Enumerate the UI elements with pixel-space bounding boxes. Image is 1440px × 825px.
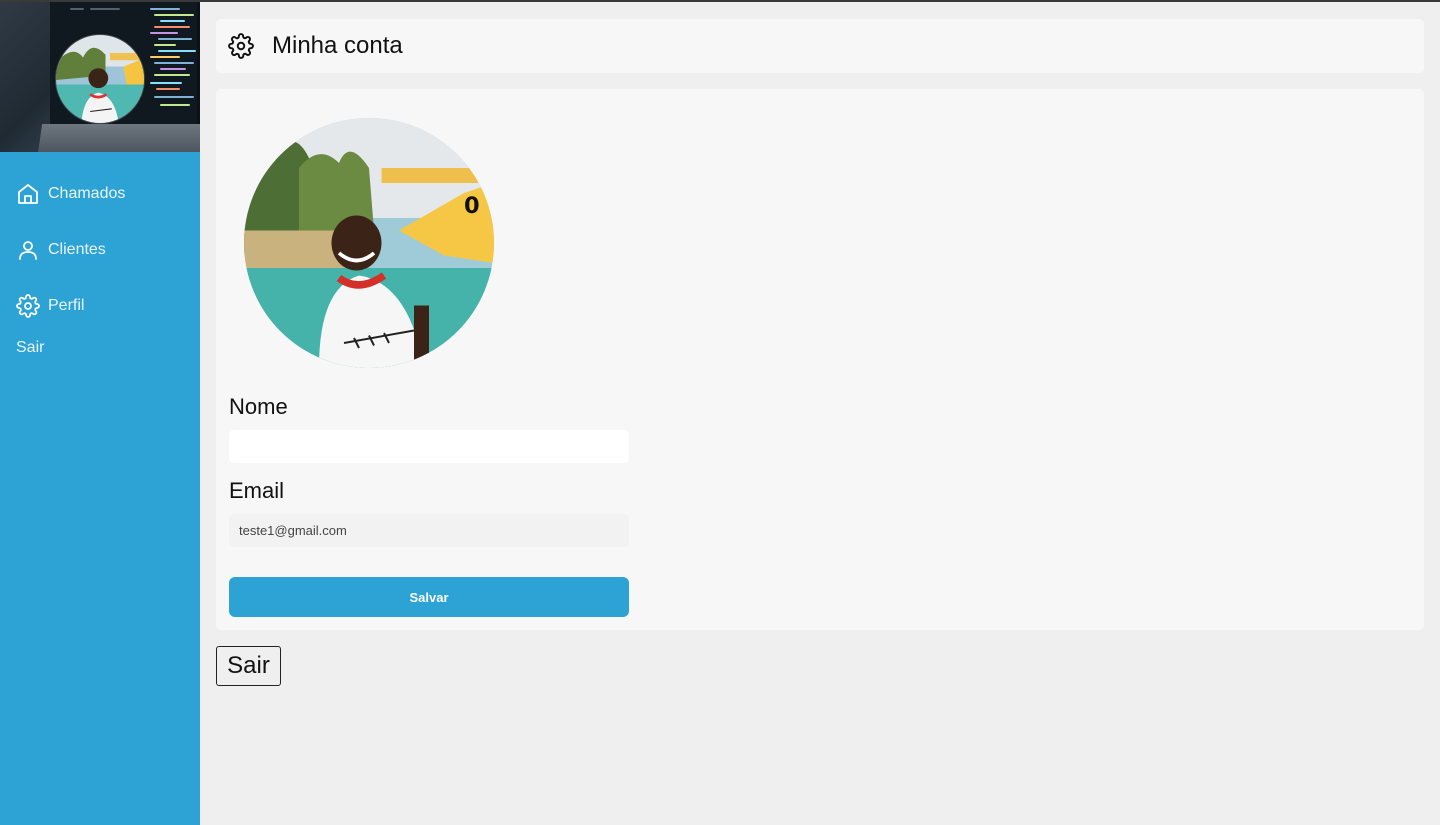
page-title: Minha conta: [272, 32, 403, 59]
sidebar-item-label: Chamados: [48, 185, 126, 202]
sidebar-item-label: Clientes: [48, 241, 106, 258]
gear-icon: [16, 294, 40, 318]
sidebar-nav: Chamados Clientes Perfil Sair: [0, 152, 200, 358]
sidebar-item-label: Perfil: [48, 297, 85, 314]
email-label: Email: [229, 478, 285, 503]
profile-avatar[interactable]: 0: [244, 118, 494, 368]
page-header: Minha conta: [216, 19, 1424, 73]
sidebar-banner: [0, 2, 200, 152]
sidebar-item-chamados[interactable]: Chamados: [0, 166, 200, 222]
home-icon: [18, 184, 38, 204]
profile-card: 0 Nome Email Salvar: [216, 89, 1424, 630]
sidebar-logout-link[interactable]: Sair: [0, 338, 200, 358]
gear-icon: [228, 33, 254, 59]
logout-button[interactable]: Sair: [216, 646, 281, 686]
svg-text:0: 0: [464, 193, 480, 219]
sidebar-avatar: [55, 34, 145, 124]
user-icon: [19, 241, 37, 260]
sidebar-item-clientes[interactable]: Clientes: [0, 222, 200, 278]
name-field[interactable]: [229, 430, 629, 463]
laptop-keyboard-image: [37, 124, 200, 152]
name-label: Nome: [229, 394, 288, 419]
save-button[interactable]: Salvar: [229, 577, 629, 617]
sidebar: Chamados Clientes Perfil Sair: [0, 2, 200, 825]
sidebar-item-perfil[interactable]: Perfil: [0, 278, 200, 334]
email-field: [229, 514, 629, 547]
